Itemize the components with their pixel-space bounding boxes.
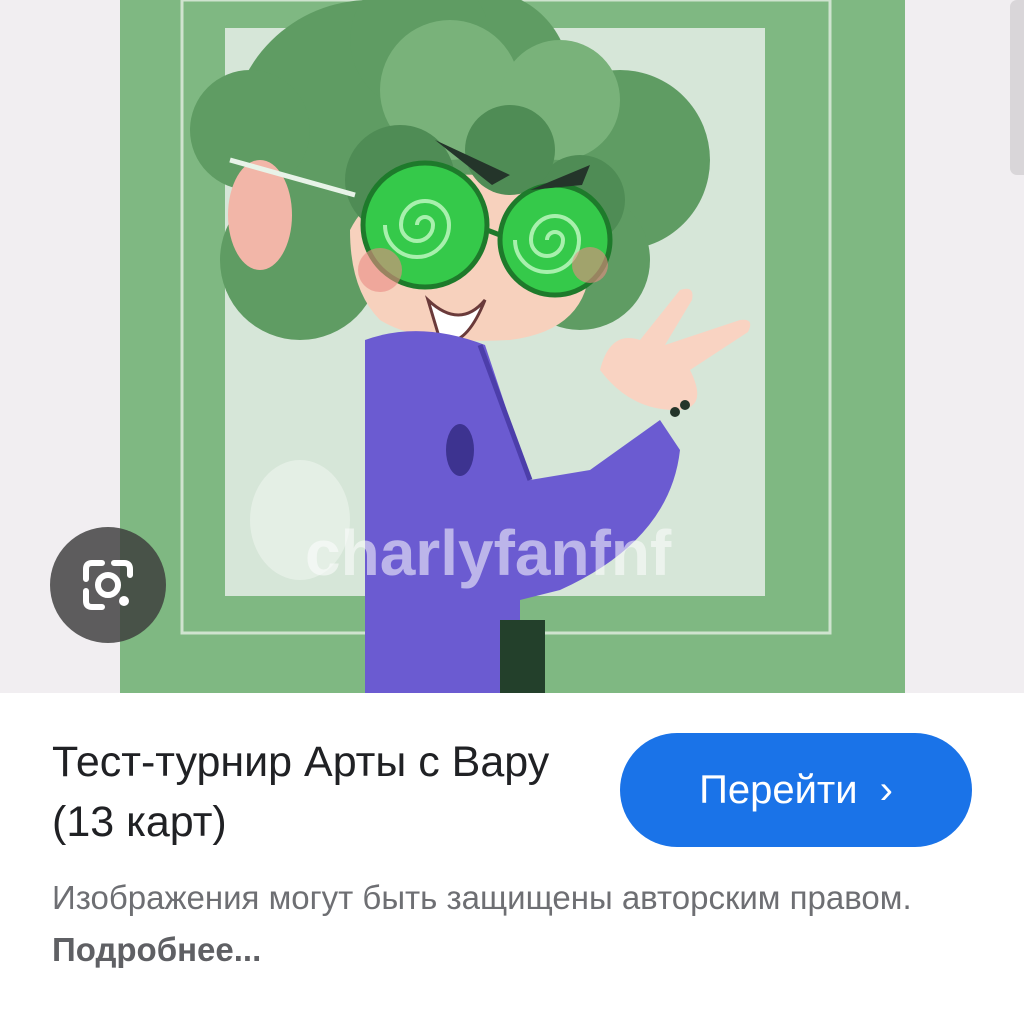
image-preview[interactable]: charlyfanfnf	[0, 0, 1024, 693]
scrollbar[interactable]	[1010, 0, 1024, 175]
result-title[interactable]: Тест-турнир Арты с Вару (13 карт)	[52, 732, 572, 852]
chevron-right-icon: ›	[879, 767, 893, 812]
visit-button-label: Перейти	[699, 767, 858, 812]
watermark-text: charlyfanfnf	[305, 517, 672, 589]
google-lens-button[interactable]	[50, 527, 166, 643]
learn-more-link[interactable]: Подробнее...	[52, 931, 261, 968]
artwork-image: charlyfanfnf	[120, 0, 905, 693]
copyright-text: Изображения могут быть защищены авторски…	[52, 879, 912, 916]
copyright-notice: Изображения могут быть защищены авторски…	[52, 872, 982, 976]
visit-button[interactable]: Перейти ›	[620, 733, 972, 847]
google-lens-icon	[83, 560, 133, 610]
